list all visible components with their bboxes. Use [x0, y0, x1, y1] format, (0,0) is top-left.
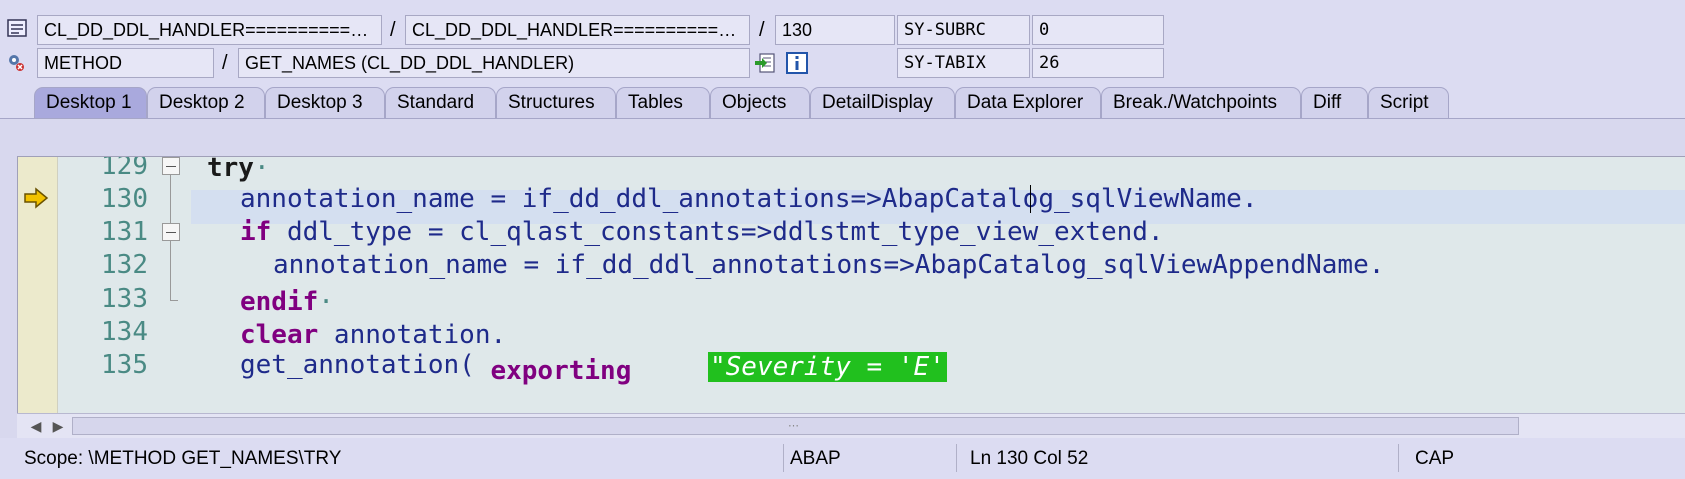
tab-data-explorer[interactable]: Data Explorer: [955, 87, 1101, 119]
code-line-133[interactable]: endif·: [240, 285, 334, 320]
tab-desktop-1[interactable]: Desktop 1: [34, 87, 147, 119]
cursor-position: Ln 130 Col 52: [970, 448, 1089, 469]
code-line-131[interactable]: if ddl_type = cl_qlast_constants=>ddlstm…: [240, 215, 1164, 250]
code-text: annotation.: [318, 320, 507, 350]
tab-desktop-3[interactable]: Desktop 3: [265, 87, 385, 119]
current-line-arrow-icon: [23, 187, 49, 209]
caps-lock-indicator: CAP: [1415, 448, 1455, 469]
separator: /: [759, 19, 765, 41]
horizontal-scrollbar[interactable]: ◀ ▶ ⋯: [17, 413, 1685, 438]
line-number: 133: [101, 284, 148, 314]
line-number: 135: [101, 350, 148, 380]
program-icon: [6, 18, 28, 40]
grip-icon: ⋯: [788, 420, 799, 432]
keyword: exporting: [490, 356, 632, 386]
line-number: 129: [101, 156, 148, 181]
method-icon: [6, 52, 28, 74]
scroll-right-icon[interactable]: ▶: [47, 414, 69, 439]
tab-script[interactable]: Script: [1368, 87, 1449, 119]
scroll-left-icon[interactable]: ◀: [25, 414, 47, 439]
sysvar-value-subrc[interactable]: 0: [1032, 15, 1164, 45]
sysvar-label-subrc[interactable]: SY-SUBRC: [897, 15, 1030, 45]
fold-end-mark: [170, 300, 178, 301]
tab-structures[interactable]: Structures: [496, 87, 616, 119]
code-line-135[interactable]: get_annotation( exporting: [240, 348, 632, 386]
keyword: clear: [240, 320, 319, 350]
tab-diff[interactable]: Diff: [1301, 87, 1368, 119]
line-number: 132: [101, 250, 148, 280]
line-number: 131: [101, 217, 148, 247]
code-comment: "Severity = 'E': [708, 350, 947, 385]
comment-text: "Severity = 'E': [708, 352, 947, 382]
line-number: 134: [101, 317, 148, 347]
navigate-icon[interactable]: [754, 52, 776, 74]
tab-desktop-2[interactable]: Desktop 2: [147, 87, 265, 119]
fold-guide: [170, 175, 171, 223]
scope-indicator: Scope: \METHOD GET_NAMES\TRY: [24, 448, 342, 469]
tab-detaildisplay[interactable]: DetailDisplay: [810, 87, 955, 119]
scrollbar-thumb[interactable]: ⋯: [72, 417, 1519, 435]
line-number: 130: [101, 184, 148, 214]
method-name-field[interactable]: GET_NAMES (CL_DD_DDL_HANDLER): [238, 48, 750, 78]
code-line-132[interactable]: annotation_name = if_dd_ddl_annotations=…: [273, 248, 1384, 283]
tab-tables[interactable]: Tables: [616, 87, 710, 119]
sysvar-value-tabix[interactable]: 26: [1032, 48, 1164, 78]
program-field[interactable]: CL_DD_DDL_HANDLER============...: [37, 15, 382, 45]
tab-standard[interactable]: Standard: [385, 87, 496, 119]
tab-objects[interactable]: Objects: [710, 87, 810, 119]
language-indicator: ABAP: [790, 448, 841, 469]
separator: /: [390, 19, 396, 41]
type-field[interactable]: METHOD: [37, 48, 214, 78]
text-cursor: [1030, 185, 1031, 213]
info-icon[interactable]: [786, 52, 808, 74]
status-separator: [956, 444, 957, 472]
include-field[interactable]: CL_DD_DDL_HANDLER============...: [405, 15, 750, 45]
status-separator: [783, 444, 784, 472]
source-editor[interactable]: 129 130 131 132 133 134 135 try· annotat…: [17, 156, 1685, 413]
code-text: get_annotation(: [240, 350, 475, 380]
keyword: if: [240, 217, 272, 247]
fold-guide: [170, 241, 171, 301]
keyword: try: [207, 156, 254, 183]
fold-toggle[interactable]: [162, 157, 180, 175]
status-bar: Scope: \METHOD GET_NAMES\TRY ABAP Ln 130…: [0, 438, 1685, 479]
tab-break-watchpoints[interactable]: Break./Watchpoints: [1101, 87, 1301, 119]
status-separator: [1398, 444, 1399, 472]
fold-toggle[interactable]: [162, 223, 180, 241]
code-line-130[interactable]: annotation_name = if_dd_ddl_annotations=…: [240, 182, 1257, 217]
keyword: endif: [240, 287, 319, 317]
code-text: ddl_type = cl_qlast_constants=>ddlstmt_t…: [271, 217, 1164, 247]
sysvar-label-tabix[interactable]: SY-TABIX: [897, 48, 1030, 78]
line-field[interactable]: 130: [775, 15, 895, 45]
separator: /: [222, 52, 228, 74]
